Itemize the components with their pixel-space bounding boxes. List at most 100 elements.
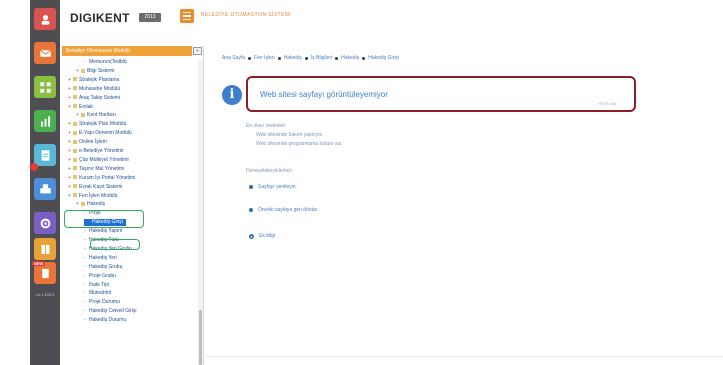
module-tree-panel: Belediye Otomasyon Modülü « - Memurun(Ted… [62, 46, 204, 365]
tree-item[interactable]: - Hakediş Durumu [84, 317, 126, 324]
tree-item[interactable]: - Proje Grubu [84, 273, 116, 280]
tree-item-label: Hakediş Yeri [89, 254, 117, 261]
tree-item[interactable]: + Stratejik Plan Modülü [68, 121, 126, 128]
rail-modules-button[interactable] [34, 76, 56, 98]
tree-item[interactable]: + Fen İşleri Modülü [68, 193, 117, 200]
breadcrumb-item[interactable]: Hakediş [341, 55, 359, 61]
more-info-text[interactable]: Ek bilgi [259, 233, 275, 239]
envelope-icon [39, 49, 51, 57]
app-icon-rail: NEW v4.1.190.0 [30, 0, 60, 365]
tree-item[interactable]: + Çöp Mülkiyet Yönetimi [68, 157, 129, 164]
tree-collapse-button[interactable]: « [193, 47, 202, 55]
tree-item[interactable]: - Memurun(Tedbit) [84, 59, 127, 66]
tree-item-label: Memurun(Tedbit) [89, 59, 127, 65]
refresh-link-text[interactable]: Sayfayı yenileyin. [258, 184, 297, 190]
tree-item[interactable]: + Kent Haritası [76, 112, 116, 119]
tree-item-label: Muhasebe Modülü [79, 85, 121, 92]
grid-icon [39, 81, 51, 93]
tree-item[interactable]: - İhale Tipi [84, 282, 109, 289]
rail-archive-button[interactable] [34, 238, 56, 260]
rail-profile-button[interactable] [34, 8, 56, 30]
tree-item[interactable]: + e-Belediye Yönetimi [68, 148, 123, 155]
breadcrumb-item[interactable]: Hakediş [284, 55, 302, 61]
expand-icon: ▾ [249, 233, 254, 239]
tree-item-label: e-Belediye Yönetimi [79, 148, 124, 154]
tree-item[interactable]: - Hakediş Yeri [84, 255, 117, 262]
go-back-link-text[interactable]: Önceki sayfaya geri dönün. [258, 207, 319, 213]
menu-line-icon [183, 18, 191, 21]
breadcrumb-item[interactable]: İş Bilgileri [311, 55, 332, 61]
tree-item[interactable]: + Muhasebe Modülü [68, 86, 120, 93]
tree-item-label: Bilgi Sistemi [87, 67, 115, 74]
tree-item[interactable]: - Müteahhit [84, 290, 111, 297]
tree-item[interactable]: + Emlak [68, 104, 93, 111]
system-title: BELEDİYE OTOMASYON SİSTEMİ [201, 12, 292, 18]
more-info-toggle[interactable]: ▾ Ek bilgi [249, 233, 275, 239]
tree-item[interactable]: + Evrak Kayıt Sistemi [68, 184, 122, 191]
tree-item-label: Taşınır Mal Yönetimi [79, 165, 125, 172]
breadcrumb-item[interactable]: Fen İşleri [254, 55, 275, 61]
tree-item-label: Hakediş Durumu [89, 317, 127, 324]
folder-icon [73, 184, 77, 189]
error-title: Web sitesi sayfayı görüntüleyemiyor [260, 90, 388, 99]
tree-item[interactable]: - Proje Durumu [84, 299, 120, 306]
folder-icon [73, 121, 77, 126]
tree-item[interactable]: + Online İşlem [68, 139, 107, 146]
cause-item: Web sitesinde bakım yapılıyor. [256, 132, 324, 138]
causes-heading: En olası nedenler: [246, 123, 287, 129]
tree-item[interactable]: + Araç Takip Sistemi [68, 95, 120, 102]
folder-icon [73, 175, 77, 180]
try-heading: Deneyebilecekleriniz: [246, 168, 294, 174]
rail-settings-button[interactable] [34, 212, 56, 234]
file-icon [41, 268, 49, 278]
folder-icon [73, 95, 77, 100]
tree-item-label: Hakediş Cetveli Girişi [89, 308, 137, 315]
tree-item[interactable]: - Hakediş Cetveli Girişi [84, 308, 137, 315]
tree-panel-title: Belediye Otomasyon Modülü [62, 46, 192, 56]
highlight-fen-isleri [64, 210, 144, 228]
tree-scrollbar[interactable] [198, 60, 203, 365]
rail-reports-button[interactable] [34, 110, 56, 132]
folder-icon [73, 77, 77, 82]
divider [206, 356, 723, 357]
tree-item[interactable]: + Hakediş [76, 201, 105, 208]
menu-line-icon [183, 15, 191, 17]
folder-icon [73, 86, 77, 91]
refresh-link[interactable]: Sayfayı yenileyin. [249, 184, 297, 190]
info-icon: i [222, 85, 242, 105]
app-header: DIGIKENT 2013 BELEDİYE OTOMASYON SİSTEMİ [60, 0, 723, 42]
tree-item-label: Evrak Kayıt Sistemi [79, 183, 123, 190]
tree-item[interactable]: + Kurum İçi Portal Yönetimi [68, 175, 135, 182]
breadcrumb-separator-icon [335, 56, 339, 60]
breadcrumb-item[interactable]: Hakediş Girişi [368, 55, 399, 61]
folder-icon [73, 166, 77, 171]
tree-item-label: E-Yapı Denetim Modülü [79, 130, 132, 137]
tree-item[interactable]: + Stratejik Planlama [68, 77, 119, 84]
rail-documents-button[interactable] [34, 144, 56, 166]
breadcrumb-separator-icon [277, 56, 281, 60]
tree-item[interactable]: - Hakediş Grubu [84, 264, 122, 271]
cause-item: Web sitesinde programlama hatası var. [256, 141, 343, 147]
tree-item[interactable]: + Taşınır Mal Yönetimi [68, 166, 124, 173]
breadcrumb-separator-icon [304, 56, 308, 60]
rail-messages-button[interactable] [34, 42, 56, 64]
tree-item-label: Stratejik Plan Modülü [79, 121, 127, 128]
gear-icon [40, 218, 50, 228]
folder-icon [73, 157, 77, 162]
rail-print-button[interactable] [34, 178, 56, 200]
tree-item-label: Hakediş Grubu [89, 263, 123, 270]
hamburger-menu-button[interactable] [180, 9, 194, 23]
logo-year-badge: 2013 [139, 13, 161, 22]
tree-scrollbar-thumb[interactable] [199, 310, 202, 365]
folder-icon [73, 148, 77, 153]
breadcrumb-item[interactable]: Ana Sayfa [222, 55, 245, 61]
highlight-hakedis-girisi [90, 239, 140, 250]
chart-icon [40, 115, 50, 127]
tree-item[interactable]: + E-Yapı Denetim Modülü [68, 130, 132, 137]
notification-dot [30, 163, 38, 171]
go-back-link[interactable]: Önceki sayfaya geri dönün. [249, 207, 319, 213]
tree-item[interactable]: + Bilgi Sistemi [76, 68, 114, 75]
tree-item-label: Kurum İçi Portal Yönetimi [79, 174, 136, 181]
tree-item[interactable]: - Hakediş Yapım [84, 228, 122, 235]
folder-icon [81, 68, 85, 73]
